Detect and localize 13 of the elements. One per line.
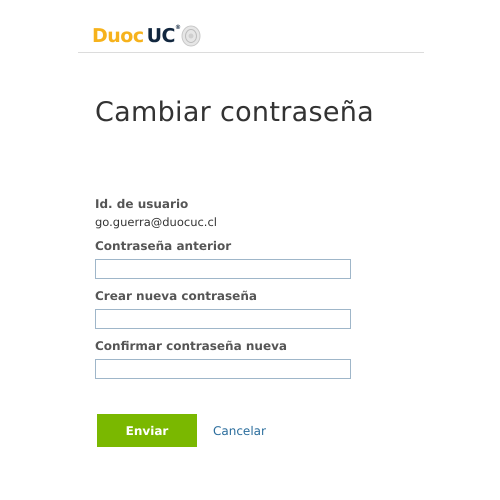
password-field[interactable] (95, 259, 351, 279)
field-label: Id. de usuario (95, 197, 190, 211)
user-id-value: go.guerra@duocuc.cl (95, 215, 218, 229)
password-field[interactable] (95, 309, 351, 329)
logo-text: Duoc (92, 24, 144, 48)
field-label: Contraseña anterior (95, 239, 232, 253)
cancel-link[interactable]: Cancelar (213, 424, 266, 438)
password-field[interactable] (95, 359, 351, 379)
logo-text: UC (146, 24, 175, 48)
page-title: Cambiar contraseña (95, 97, 376, 129)
field-label: Confirmar contraseña nueva (95, 339, 288, 353)
field-label: Crear nueva contraseña (95, 289, 258, 303)
crest-icon (180, 25, 200, 47)
